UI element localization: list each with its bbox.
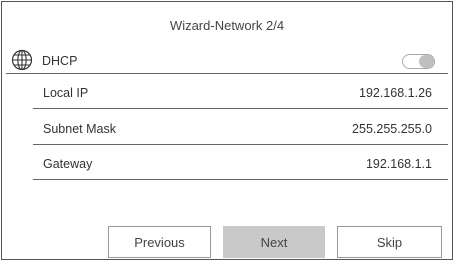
gateway-value[interactable]: 192.168.1.1 <box>366 157 432 171</box>
next-button[interactable]: Next <box>223 226 325 258</box>
skip-button[interactable]: Skip <box>337 226 442 258</box>
local-ip-value[interactable]: 192.168.1.26 <box>359 86 432 100</box>
globe-icon <box>11 49 33 71</box>
gateway-label: Gateway <box>43 157 93 171</box>
divider <box>33 179 448 180</box>
toggle-knob <box>419 55 434 68</box>
local-ip-label: Local IP <box>43 86 89 100</box>
wizard-dialog: Wizard-Network 2/4 DHCP Local IP 192.168… <box>1 1 453 260</box>
divider <box>33 144 448 145</box>
divider <box>6 73 448 74</box>
divider <box>33 108 448 109</box>
subnet-mask-value[interactable]: 255.255.255.0 <box>352 122 432 136</box>
dialog-title: Wizard-Network 2/4 <box>169 18 285 33</box>
dhcp-label: DHCP <box>42 54 78 68</box>
dhcp-toggle[interactable] <box>402 54 435 69</box>
previous-button[interactable]: Previous <box>108 226 211 258</box>
subnet-mask-label: Subnet Mask <box>43 122 116 136</box>
